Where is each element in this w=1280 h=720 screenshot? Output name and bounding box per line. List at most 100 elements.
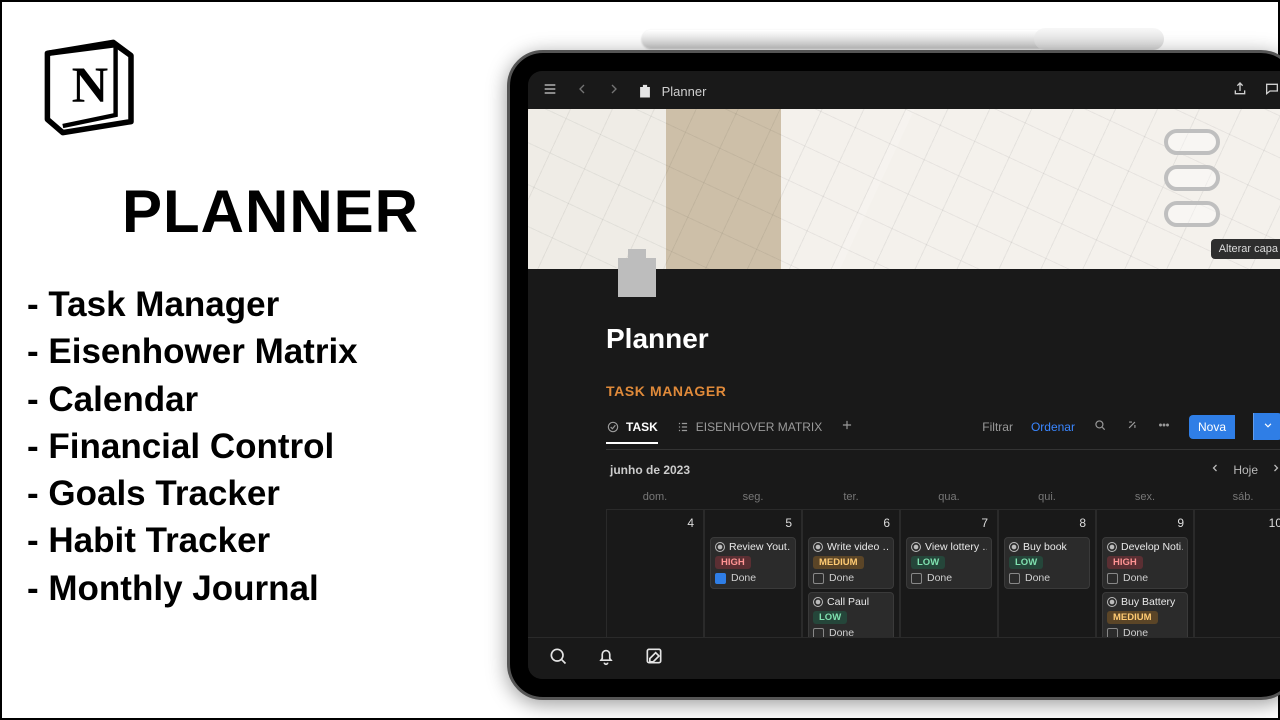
prev-month-icon[interactable]: [1209, 462, 1221, 477]
task-status-icon: [1009, 542, 1019, 552]
sort-button[interactable]: Ordenar: [1031, 420, 1075, 434]
task-card[interactable]: Write video … MEDIUM Done: [808, 537, 894, 589]
priority-tag: LOW: [813, 611, 847, 624]
feature-item: Eisenhower Matrix: [27, 328, 487, 375]
task-status-icon: [715, 542, 725, 552]
hamburger-icon[interactable]: [542, 81, 558, 100]
task-card[interactable]: Develop Noti… HIGH Done: [1102, 537, 1188, 589]
today-button[interactable]: Hoje: [1233, 463, 1258, 477]
day-number: 4: [610, 514, 700, 534]
dow-label: sex.: [1096, 487, 1194, 509]
task-title: Review Yout…: [729, 541, 791, 553]
task-card[interactable]: Buy book LOW Done: [1004, 537, 1090, 589]
day-number: 10: [1198, 514, 1280, 534]
priority-tag: LOW: [1009, 556, 1043, 569]
calendar-monthbar: junho de 2023 Hoje: [606, 450, 1280, 487]
done-checkbox[interactable]: [1107, 573, 1118, 584]
feature-item: Habit Tracker: [27, 517, 487, 564]
day-number: 6: [806, 514, 896, 534]
done-label: Done: [829, 572, 854, 584]
tab-task[interactable]: TASK: [606, 420, 658, 434]
day-number: 5: [708, 514, 798, 534]
cover-image[interactable]: Alterar capa: [528, 109, 1280, 269]
dow-label: sáb.: [1194, 487, 1280, 509]
filter-button[interactable]: Filtrar: [982, 420, 1013, 434]
dow-label: qua.: [900, 487, 998, 509]
breadcrumb-label: Planner: [662, 84, 707, 99]
task-title: Buy book: [1023, 541, 1067, 553]
month-label: junho de 2023: [610, 463, 690, 477]
task-title: Call Paul: [827, 596, 869, 608]
next-month-icon[interactable]: [1270, 462, 1280, 477]
promo-title: PLANNER: [122, 177, 487, 246]
done-checkbox[interactable]: [911, 573, 922, 584]
task-title: Write video …: [827, 541, 889, 553]
done-label: Done: [1025, 572, 1050, 584]
expand-icon[interactable]: [1125, 418, 1139, 435]
task-title: Develop Noti…: [1121, 541, 1183, 553]
feature-item: Financial Control: [27, 423, 487, 470]
back-icon[interactable]: [574, 81, 590, 100]
promo-panel: N PLANNER Task Manager Eisenhower Matrix…: [2, 2, 507, 718]
tablet-frame: Planner Alterar capa Planner TASK MANAGE…: [507, 50, 1280, 700]
day-number: 8: [1002, 514, 1092, 534]
breadcrumb[interactable]: Planner: [638, 82, 706, 99]
app-screen: Planner Alterar capa Planner TASK MANAGE…: [528, 71, 1280, 679]
page-body: Planner TASK MANAGER TASK EISENHOVER MAT…: [528, 269, 1280, 669]
view-tabs: TASK EISENHOVER MATRIX Filtrar Ordenar N…: [606, 413, 1280, 450]
page-mini-icon: [638, 84, 652, 98]
task-card[interactable]: View lottery …LOWDone: [906, 537, 992, 589]
task-status-icon: [1107, 597, 1117, 607]
priority-tag: MEDIUM: [813, 556, 864, 569]
add-view-icon[interactable]: [840, 418, 854, 435]
svg-text:N: N: [72, 57, 109, 113]
change-cover-button[interactable]: Alterar capa: [1211, 239, 1280, 259]
done-checkbox[interactable]: [813, 573, 824, 584]
new-button[interactable]: Nova: [1189, 415, 1235, 439]
tab-label: TASK: [626, 420, 658, 434]
feature-item: Calendar: [27, 376, 487, 423]
forward-icon[interactable]: [606, 81, 622, 100]
task-card[interactable]: Review Yout…HIGHDone: [710, 537, 796, 589]
done-checkbox[interactable]: [715, 573, 726, 584]
day-number: 7: [904, 514, 994, 534]
share-icon[interactable]: [1232, 81, 1248, 100]
tab-eisenhower[interactable]: EISENHOVER MATRIX: [676, 420, 822, 434]
task-status-icon: [813, 597, 823, 607]
task-status-icon: [911, 542, 921, 552]
done-label: Done: [1123, 572, 1148, 584]
done-checkbox[interactable]: [1009, 573, 1020, 584]
bottom-toolbar: [528, 637, 1280, 679]
dow-label: qui.: [998, 487, 1096, 509]
comments-icon[interactable]: [1264, 81, 1280, 100]
new-page-icon[interactable]: [644, 646, 664, 671]
dow-label: seg.: [704, 487, 802, 509]
search-icon[interactable]: [548, 646, 568, 671]
notifications-icon[interactable]: [596, 646, 616, 671]
task-status-icon: [1107, 542, 1117, 552]
feature-item: Monthly Journal: [27, 565, 487, 612]
dow-label: ter.: [802, 487, 900, 509]
tab-label: EISENHOVER MATRIX: [696, 420, 822, 434]
task-status-icon: [813, 542, 823, 552]
task-title: Buy Battery: [1121, 596, 1175, 608]
feature-item: Goals Tracker: [27, 470, 487, 517]
done-label: Done: [731, 572, 756, 584]
search-icon[interactable]: [1093, 418, 1107, 435]
priority-tag: HIGH: [1107, 556, 1143, 569]
section-heading: TASK MANAGER: [606, 383, 1280, 399]
task-title: View lottery …: [925, 541, 987, 553]
day-number: 9: [1100, 514, 1190, 534]
feature-item: Task Manager: [27, 281, 487, 328]
priority-tag: MEDIUM: [1107, 611, 1158, 624]
more-icon[interactable]: [1157, 418, 1171, 435]
dow-label: dom.: [606, 487, 704, 509]
page-title[interactable]: Planner: [606, 323, 1280, 355]
list-icon: [676, 420, 690, 434]
new-button-caret[interactable]: [1253, 413, 1280, 440]
feature-list: Task Manager Eisenhower Matrix Calendar …: [27, 281, 487, 612]
topbar: Planner: [528, 71, 1280, 109]
stylus-icon: [642, 30, 1162, 48]
notion-logo-icon: N: [32, 27, 142, 137]
check-badge-icon: [606, 420, 620, 434]
